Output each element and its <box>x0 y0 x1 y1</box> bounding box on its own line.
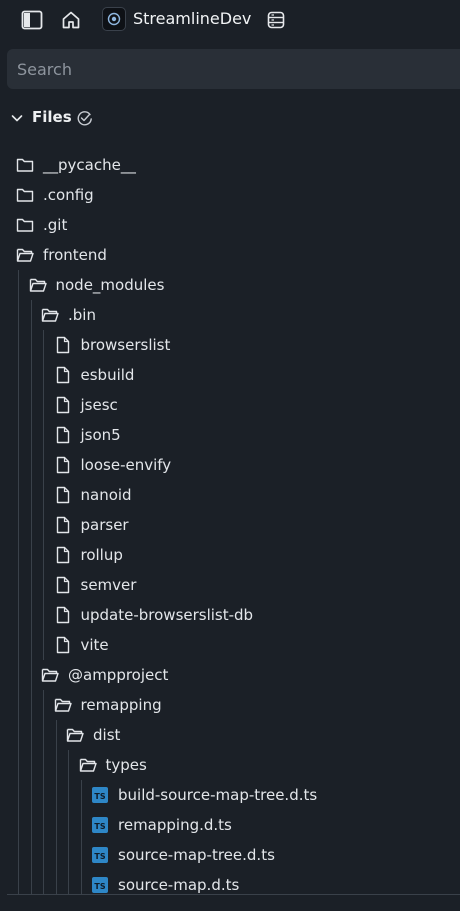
home-icon[interactable] <box>59 8 83 32</box>
tree-file[interactable]: esbuild <box>0 360 460 390</box>
tree-file[interactable]: json5 <box>0 420 460 450</box>
panel-divider <box>7 894 460 895</box>
tree-file[interactable]: vite <box>0 630 460 660</box>
tree-file[interactable]: TS source-map.d.ts <box>0 870 460 894</box>
tree-file[interactable]: update-browserslist-db <box>0 600 460 630</box>
sidebar-toggle-icon[interactable] <box>20 8 44 32</box>
tree-file[interactable]: TS remapping.d.ts <box>0 810 460 840</box>
tree-folder[interactable]: .git <box>0 210 460 240</box>
file-tree: __pycache__ .config .git frontend node_modul… <box>0 150 460 894</box>
tree-item-label: .config <box>43 186 94 204</box>
app-logo-icon[interactable] <box>102 7 126 31</box>
file-icon <box>54 636 72 654</box>
folder-open-icon <box>41 666 59 684</box>
indent-guide <box>80 780 82 894</box>
file-icon <box>54 426 72 444</box>
tree-item-label: @ampproject <box>68 666 169 684</box>
indent-guide <box>68 750 69 894</box>
tree-file[interactable]: parser <box>0 510 460 540</box>
tree-item-label: esbuild <box>80 366 135 384</box>
tree-item-label: types <box>105 756 147 774</box>
tree-folder[interactable]: @ampproject <box>0 660 460 690</box>
tree-item-label: __pycache__ <box>43 156 136 174</box>
tree-item-label: rollup <box>80 546 123 564</box>
folder-open-icon <box>66 726 84 744</box>
tree-file[interactable]: jsesc <box>0 390 460 420</box>
tree-item-label: frontend <box>43 246 107 264</box>
indent-guide <box>55 720 57 894</box>
file-icon <box>54 516 72 534</box>
folder-open-icon <box>16 246 34 264</box>
folder-icon <box>16 216 34 234</box>
file-icon <box>54 606 72 624</box>
file-icon <box>54 546 72 564</box>
search-input[interactable] <box>7 49 460 89</box>
folder-icon <box>16 186 34 204</box>
tree-folder[interactable]: dist <box>0 720 460 750</box>
files-panel-header[interactable]: Files <box>0 103 460 131</box>
tree-item-label: .git <box>43 216 68 234</box>
tree-item-label: source-map.d.ts <box>118 876 240 894</box>
file-icon <box>54 366 72 384</box>
typescript-file-icon: TS <box>91 786 109 804</box>
folder-icon <box>16 156 34 174</box>
file-icon <box>54 486 72 504</box>
file-icon <box>54 456 72 474</box>
tree-item-label: .bin <box>68 306 96 324</box>
tree-item-label: remapping <box>80 696 162 714</box>
database-icon[interactable] <box>264 8 288 32</box>
typescript-file-icon: TS <box>91 846 109 864</box>
tree-item-label: jsesc <box>80 396 118 414</box>
tree-item-label: json5 <box>80 426 121 444</box>
tree-item-label: nanoid <box>80 486 132 504</box>
tree-folder[interactable]: .config <box>0 180 460 210</box>
typescript-file-icon: TS <box>91 876 109 894</box>
top-bar: StreamlineDev <box>0 0 460 40</box>
indent-guide <box>18 270 19 894</box>
indent-guide <box>43 330 44 660</box>
tree-folder[interactable]: frontend <box>0 240 460 270</box>
folder-open-icon <box>29 276 47 294</box>
tree-file[interactable]: nanoid <box>0 480 460 510</box>
tree-item-label: loose-envify <box>80 456 172 474</box>
tree-item-label: node_modules <box>55 276 165 294</box>
app-title[interactable]: StreamlineDev <box>133 9 251 29</box>
folder-open-icon <box>79 756 97 774</box>
files-panel-title: Files <box>32 108 72 126</box>
tree-item-label: dist <box>93 726 121 744</box>
file-icon <box>54 396 72 414</box>
tree-item-label: vite <box>80 636 109 654</box>
chevron-down-icon[interactable] <box>10 110 24 124</box>
tree-folder[interactable]: types <box>0 750 460 780</box>
tree-item-label: source-map-tree.d.ts <box>118 846 275 864</box>
tree-item-label: parser <box>80 516 129 534</box>
tree-file[interactable]: TS source-map-tree.d.ts <box>0 840 460 870</box>
indent-guide <box>30 300 32 894</box>
tree-file[interactable]: browserslist <box>0 330 460 360</box>
tree-file[interactable]: rollup <box>0 540 460 570</box>
tree-item-label: browserslist <box>80 336 171 354</box>
tree-item-label: build-source-map-tree.d.ts <box>118 786 318 804</box>
folder-open-icon <box>41 306 59 324</box>
tree-file[interactable]: TS build-source-map-tree.d.ts <box>0 780 460 810</box>
typescript-file-icon: TS <box>91 816 109 834</box>
tree-item-label: semver <box>80 576 137 594</box>
folder-open-icon <box>54 696 72 714</box>
sync-check-icon[interactable] <box>76 110 94 126</box>
tree-folder[interactable]: remapping <box>0 690 460 720</box>
file-icon <box>54 576 72 594</box>
indent-guide <box>43 690 44 894</box>
tree-folder[interactable]: __pycache__ <box>0 150 460 180</box>
tree-item-label: remapping.d.ts <box>118 816 232 834</box>
file-icon <box>54 336 72 354</box>
tree-file[interactable]: semver <box>0 570 460 600</box>
tree-file[interactable]: loose-envify <box>0 450 460 480</box>
tree-folder[interactable]: .bin <box>0 300 460 330</box>
tree-item-label: update-browserslist-db <box>80 606 254 624</box>
tree-folder[interactable]: node_modules <box>0 270 460 300</box>
